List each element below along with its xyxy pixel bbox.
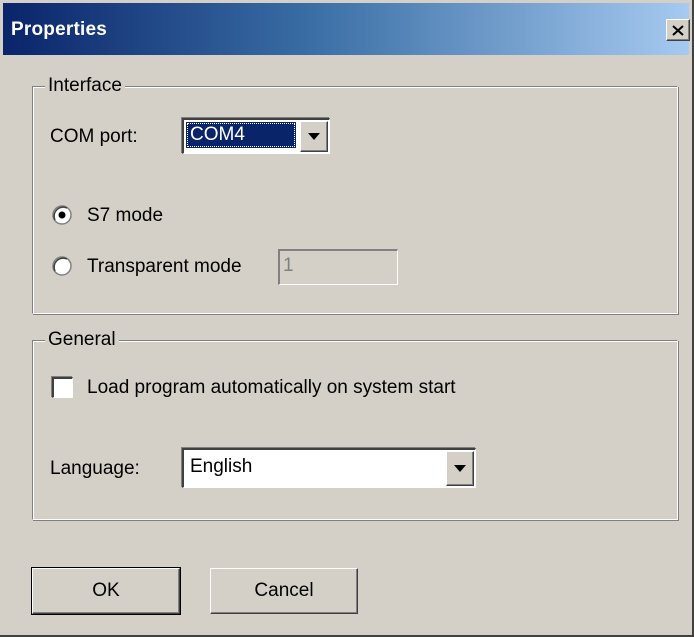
interface-group-label: Interface: [45, 75, 125, 97]
properties-dialog: Properties Interface COM port: COM4 S7 m…: [0, 0, 694, 637]
com-port-select[interactable]: COM4: [182, 118, 330, 154]
transparent-mode-input: 1: [278, 249, 398, 285]
ok-button-label: OK: [92, 580, 120, 601]
language-select[interactable]: English: [182, 448, 476, 488]
title-bar[interactable]: Properties: [3, 3, 690, 55]
close-button[interactable]: [666, 19, 690, 41]
cancel-button[interactable]: Cancel: [210, 568, 358, 614]
autoload-label[interactable]: Load program automatically on system sta…: [87, 377, 456, 399]
com-port-value: COM4: [186, 122, 296, 148]
window-title: Properties: [11, 19, 107, 40]
close-icon: [672, 24, 684, 36]
autoload-checkbox[interactable]: [52, 377, 73, 398]
transparent-mode-label[interactable]: Transparent mode: [87, 256, 242, 278]
com-port-label: COM port:: [50, 126, 138, 147]
language-label: Language:: [50, 458, 140, 479]
general-groupbox: [32, 340, 678, 520]
ok-button[interactable]: OK: [31, 567, 181, 615]
language-dropdown-button[interactable]: [446, 451, 474, 486]
com-port-dropdown-button[interactable]: [300, 121, 328, 152]
s7-mode-label[interactable]: S7 mode: [87, 205, 163, 227]
transparent-mode-radio[interactable]: [52, 256, 72, 276]
s7-mode-radio[interactable]: [52, 205, 72, 225]
language-value: English: [190, 456, 253, 477]
cancel-button-label: Cancel: [254, 580, 314, 601]
chevron-down-icon: [308, 133, 320, 140]
chevron-down-icon: [454, 465, 466, 472]
general-group-label: General: [45, 329, 119, 351]
